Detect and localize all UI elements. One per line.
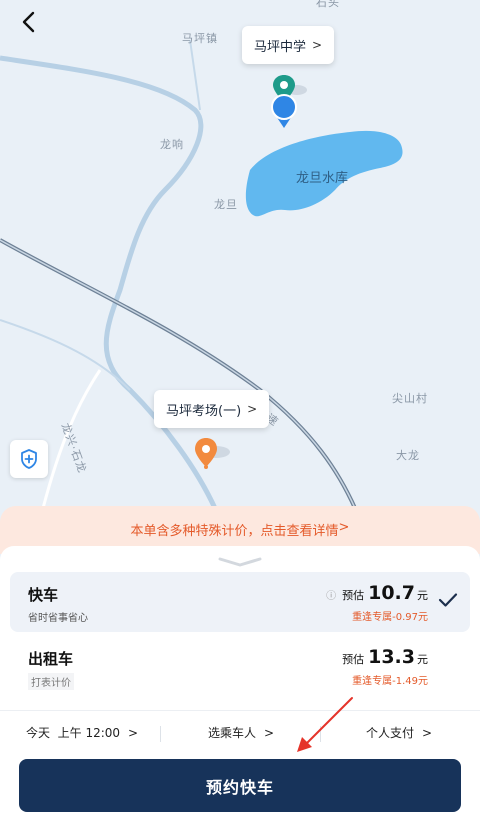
map-roads: [0, 39, 403, 521]
chevron-right-icon: >: [128, 726, 139, 740]
chevron-right-icon: >: [312, 38, 323, 52]
ride-option-express[interactable]: 快车 省时省事省心 ⓘ 预估 10.7 元 重逢专属-0.97元: [10, 572, 470, 632]
price-unit: 元: [417, 653, 428, 666]
map-view[interactable]: 石头 马坪镇 龙响 龙旦 尖山村 大龙 龙兴·石龙 高速 龙旦水库 马坪中学 >…: [0, 0, 480, 560]
departure-time-label: 今天 上午 12:00: [26, 726, 121, 740]
price-estimate: 预估 13.3 元: [342, 646, 428, 668]
ride-name: 出租车: [28, 650, 74, 668]
price-estimate: ⓘ 预估 10.7 元: [326, 582, 428, 604]
chevron-right-icon: >: [247, 402, 258, 416]
price-value: 13.3: [368, 646, 415, 668]
back-arrow-icon: [22, 11, 35, 33]
map-label: 马坪镇: [182, 32, 218, 45]
origin-callout[interactable]: 马坪考场(一) >: [154, 390, 270, 428]
discount-text: 重逢专属-0.97元: [352, 612, 428, 623]
ride-subtitle: 打表计价: [28, 673, 74, 690]
destination-name: 马坪中学: [254, 39, 307, 55]
ride-subtitle: 省时省事省心: [28, 613, 88, 624]
chevron-right-icon: >: [264, 726, 275, 740]
drag-handle-icon[interactable]: [216, 556, 264, 568]
divider: [0, 710, 480, 711]
estimate-prefix: 预估: [342, 653, 365, 666]
ride-name: 快车: [28, 586, 59, 604]
destination-callout[interactable]: 马坪中学 >: [242, 26, 335, 64]
map-label: 大龙: [396, 449, 420, 462]
map-label: 石头: [316, 0, 340, 9]
current-location-icon: [270, 93, 298, 133]
booking-options-row: 今天 上午 12:00 > 选乘车人 > 个人支付 >: [0, 724, 480, 746]
map-label: 龙响: [160, 138, 184, 151]
divider: [320, 726, 321, 742]
discount-text: 重逢专属-1.49元: [352, 676, 428, 687]
origin-pin: [194, 437, 218, 473]
map-label: 尖山村: [392, 392, 428, 405]
map-label: 龙旦: [214, 198, 238, 211]
chevron-right-icon: >: [422, 726, 433, 740]
info-icon[interactable]: ⓘ: [326, 587, 336, 602]
checkmark-icon: [438, 593, 458, 607]
safety-shield-button[interactable]: [10, 440, 48, 478]
departure-time-selector[interactable]: 今天 上午 12:00 >: [26, 724, 138, 741]
ride-option-taxi[interactable]: 出租车 打表计价 预估 13.3 元 重逢专属-1.49元: [10, 636, 470, 696]
price-unit: 元: [417, 589, 428, 602]
price-value: 10.7: [368, 582, 415, 604]
origin-name: 马坪考场(一): [166, 403, 242, 419]
back-button[interactable]: [14, 8, 44, 38]
payment-label: 个人支付: [366, 726, 415, 740]
lake-label: 龙旦水库: [296, 171, 349, 186]
passenger-label: 选乘车人: [208, 726, 257, 740]
payment-selector[interactable]: 个人支付 >: [366, 724, 432, 741]
book-express-button[interactable]: 预约快车: [19, 759, 461, 812]
divider: [160, 726, 161, 742]
passenger-selector[interactable]: 选乘车人 >: [208, 724, 274, 741]
estimate-prefix: 预估: [342, 589, 365, 602]
shield-icon: [21, 449, 37, 469]
